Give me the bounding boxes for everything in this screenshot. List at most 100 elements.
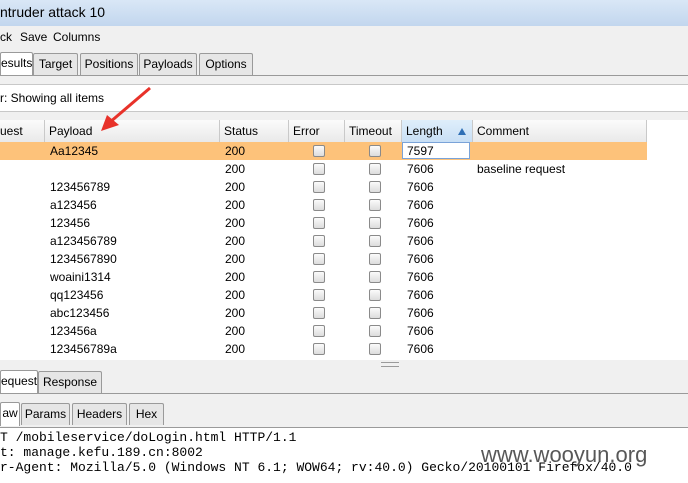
timeout-checkbox: [369, 163, 381, 175]
timeout-checkbox: [369, 343, 381, 355]
annotation-arrow-icon: [101, 86, 151, 131]
error-checkbox: [313, 181, 325, 193]
length-cell: 7606: [407, 252, 434, 266]
tab-raw[interactable]: aw: [0, 402, 20, 426]
splitter-grip-icon: [381, 362, 399, 367]
length-cell: 7606: [407, 234, 434, 248]
request-response-tabs: equest Response: [0, 368, 688, 394]
results-table: uest Payload Status Error Timeout Length…: [0, 120, 688, 360]
pane-splitter[interactable]: [0, 360, 688, 368]
tab-params[interactable]: Params: [21, 403, 70, 425]
tab-response[interactable]: Response: [38, 371, 102, 393]
error-checkbox: [313, 325, 325, 337]
tab-request[interactable]: equest: [0, 370, 38, 394]
tab-hex[interactable]: Hex: [129, 403, 164, 425]
payload-cell: Aa12345: [50, 144, 99, 158]
tab-options[interactable]: Options: [199, 53, 253, 75]
length-cell: 7606: [407, 216, 434, 230]
error-checkbox: [313, 289, 325, 301]
table-row[interactable]: 123456789a 200 7606: [0, 340, 647, 358]
payload-cell: 123456a: [50, 324, 97, 338]
sort-ascending-icon: [458, 128, 466, 135]
table-row[interactable]: a123456 200 7606: [0, 196, 647, 214]
payload-cell: 123456789a: [50, 342, 117, 356]
menu-columns[interactable]: Columns: [53, 30, 100, 44]
length-cell: 7606: [407, 288, 434, 302]
tab-target[interactable]: Target: [33, 53, 78, 75]
error-checkbox: [313, 307, 325, 319]
payload-cell: a123456: [50, 198, 97, 212]
table-row[interactable]: a123456789 200 7606: [0, 232, 647, 250]
tab-headers[interactable]: Headers: [72, 403, 127, 425]
error-checkbox: [313, 163, 325, 175]
timeout-checkbox: [369, 199, 381, 211]
watermark: www.wooyun.org: [481, 442, 648, 467]
timeout-checkbox: [369, 289, 381, 301]
status-cell: 200: [225, 216, 246, 230]
main-tabs: esults Target Positions Payloads Options: [0, 50, 688, 76]
comment-cell: baseline request: [477, 162, 566, 176]
column-timeout[interactable]: Timeout: [345, 120, 402, 142]
table-row[interactable]: 123456 200 7606: [0, 214, 647, 232]
error-checkbox: [313, 145, 325, 157]
status-cell: 200: [225, 288, 246, 302]
title-bar: ntruder attack 10: [0, 0, 688, 26]
menu-attack[interactable]: ck: [0, 30, 12, 44]
status-cell: 200: [225, 324, 246, 338]
error-checkbox: [313, 217, 325, 229]
column-comment[interactable]: Comment: [473, 120, 647, 142]
menu-save[interactable]: Save: [20, 30, 47, 44]
raw-line: T /mobileservice/doLogin.html HTTP/1.1: [0, 430, 297, 445]
tab-positions[interactable]: Positions: [80, 53, 138, 75]
length-cell: 7606: [407, 180, 434, 194]
status-cell: 200: [225, 234, 246, 248]
tab-results[interactable]: esults: [0, 52, 33, 76]
timeout-checkbox: [369, 235, 381, 247]
error-checkbox: [313, 271, 325, 283]
column-length[interactable]: Length: [402, 120, 473, 142]
column-request[interactable]: uest: [0, 120, 45, 142]
status-cell: 200: [225, 144, 246, 158]
payload-cell: 123456: [50, 216, 91, 230]
length-cell: 7606: [407, 270, 434, 284]
length-cell: 7606: [407, 198, 434, 212]
timeout-checkbox: [369, 325, 381, 337]
column-status[interactable]: Status: [220, 120, 289, 142]
table-row[interactable]: 1234567890 200 7606: [0, 250, 647, 268]
menu-bar: ck Save Columns: [0, 26, 688, 48]
table-row[interactable]: woaini1314 200 7606: [0, 268, 647, 286]
table-row[interactable]: Aa12345 200 7597: [0, 142, 647, 160]
raw-line: t: manage.kefu.189.cn:8002: [0, 445, 203, 460]
timeout-checkbox: [369, 307, 381, 319]
status-cell: 200: [225, 180, 246, 194]
column-error[interactable]: Error: [289, 120, 345, 142]
error-checkbox: [313, 253, 325, 265]
error-checkbox: [313, 235, 325, 247]
status-cell: 200: [225, 270, 246, 284]
error-checkbox: [313, 343, 325, 355]
length-cell: 7597: [407, 144, 434, 158]
payload-cell: abc123456: [50, 306, 110, 320]
payload-cell: woaini1314: [50, 270, 111, 284]
payload-cell: 1234567890: [50, 252, 117, 266]
status-cell: 200: [225, 342, 246, 356]
error-checkbox: [313, 199, 325, 211]
message-view-tabs: aw Params Headers Hex: [0, 400, 688, 426]
timeout-checkbox: [369, 271, 381, 283]
payload-cell: a123456789: [50, 234, 117, 248]
length-cell: 7606: [407, 162, 434, 176]
timeout-checkbox: [369, 217, 381, 229]
table-row[interactable]: abc123456 200 7606: [0, 304, 647, 322]
tab-divider: [0, 393, 688, 394]
table-row[interactable]: 123456a 200 7606: [0, 322, 647, 340]
length-cell: 7606: [407, 324, 434, 338]
length-cell: 7606: [407, 342, 434, 356]
table-row[interactable]: 200 7606 baseline request: [0, 160, 647, 178]
tab-payloads[interactable]: Payloads: [139, 53, 197, 75]
table-row[interactable]: qq123456 200 7606: [0, 286, 647, 304]
status-cell: 200: [225, 198, 246, 212]
payload-cell: qq123456: [50, 288, 104, 302]
column-length-label: Length: [406, 124, 443, 138]
filter-text: r: Showing all items: [0, 91, 105, 105]
table-row[interactable]: 123456789 200 7606: [0, 178, 647, 196]
